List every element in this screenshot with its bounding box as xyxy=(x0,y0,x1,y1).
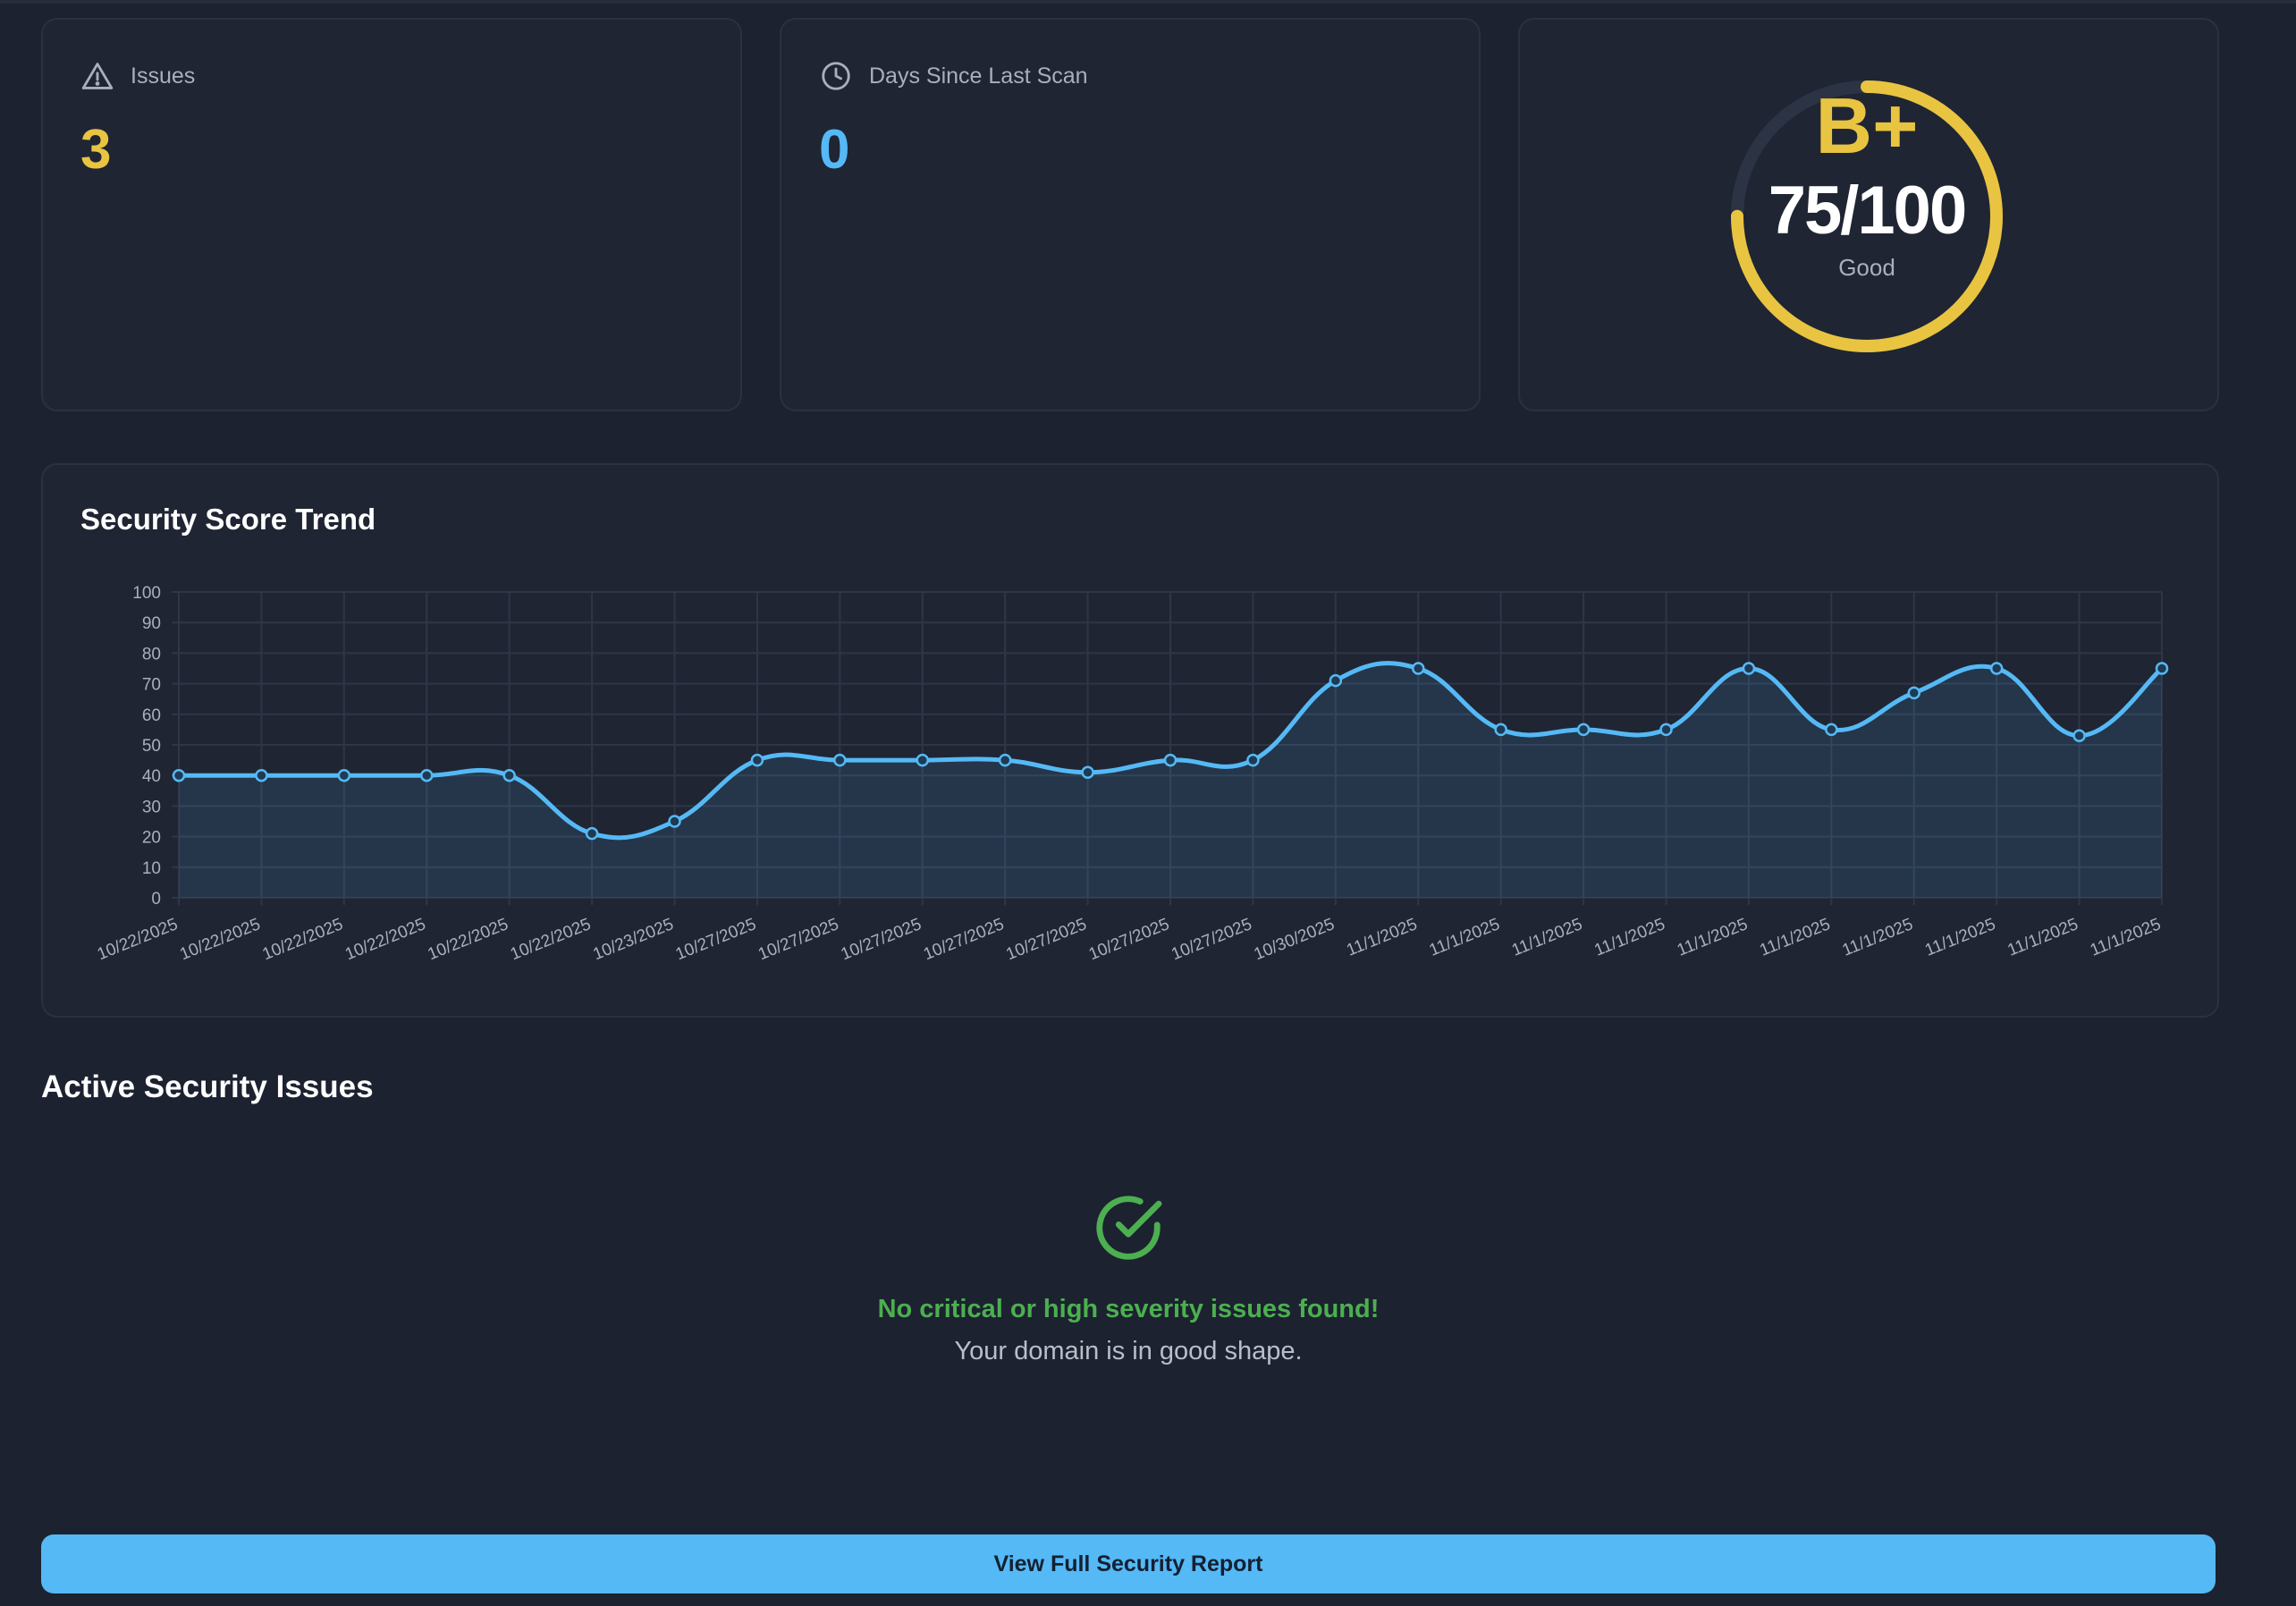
y-tick-label: 0 xyxy=(151,890,161,909)
y-tick-label: 10 xyxy=(142,859,161,878)
score-status: Good xyxy=(1838,254,1895,281)
x-tick-label: 10/27/2025 xyxy=(755,915,841,964)
dashboard: Issues 3 Days Since Last Scan 0 B+ 75/10… xyxy=(0,0,2296,1606)
empty-state-subtitle: Your domain is in good shape. xyxy=(954,1337,1303,1365)
x-tick-label: 11/1/2025 xyxy=(1591,915,1667,960)
data-point xyxy=(1742,662,1756,675)
y-tick-label: 80 xyxy=(142,645,161,664)
issues-count: 3 xyxy=(80,119,112,181)
security-score-card: B+ 75/100 Good xyxy=(1518,18,2219,411)
score-gauge: B+ 75/100 Good xyxy=(1520,20,2217,410)
data-point xyxy=(1907,686,1920,700)
view-full-report-button[interactable]: View Full Security Report xyxy=(41,1534,2216,1593)
x-tick-label: 11/1/2025 xyxy=(1427,915,1503,960)
data-point xyxy=(1659,723,1673,737)
days-since-scan-value: 0 xyxy=(819,119,850,181)
issues-card: Issues 3 xyxy=(41,18,742,411)
data-point xyxy=(668,815,681,828)
x-tick-label: 10/22/2025 xyxy=(95,915,181,964)
data-point xyxy=(1081,765,1094,780)
data-point xyxy=(1412,662,1425,675)
y-tick-label: 70 xyxy=(142,676,161,695)
issues-empty-state: No critical or high severity issues foun… xyxy=(41,1189,2216,1366)
data-point xyxy=(2155,662,2169,675)
x-tick-label: 11/1/2025 xyxy=(1922,915,1998,960)
data-point xyxy=(255,768,268,782)
x-tick-label: 10/23/2025 xyxy=(590,915,676,964)
y-tick-label: 20 xyxy=(142,829,161,848)
top-divider xyxy=(0,0,2296,4)
check-circle-icon xyxy=(1096,1196,1162,1260)
x-tick-label: 10/27/2025 xyxy=(921,915,1007,964)
y-tick-label: 30 xyxy=(142,798,161,816)
data-point xyxy=(1329,673,1343,688)
x-tick-label: 10/27/2025 xyxy=(839,915,924,964)
data-point xyxy=(750,753,764,767)
x-tick-label: 11/1/2025 xyxy=(1840,915,1916,960)
y-tick-label: 90 xyxy=(142,614,161,633)
y-tick-label: 100 xyxy=(132,584,161,603)
x-tick-label: 11/1/2025 xyxy=(1757,915,1833,960)
active-issues-title: Active Security Issues xyxy=(41,1069,374,1104)
data-point xyxy=(833,753,847,767)
x-tick-label: 11/1/2025 xyxy=(2005,915,2081,960)
days-since-scan-card: Days Since Last Scan 0 xyxy=(780,18,1481,411)
data-point xyxy=(420,768,434,782)
x-tick-label: 10/30/2025 xyxy=(1252,915,1338,964)
issues-card-header: Issues xyxy=(80,59,195,93)
data-point xyxy=(585,826,599,841)
x-tick-label: 11/1/2025 xyxy=(2088,915,2164,960)
x-tick-label: 10/27/2025 xyxy=(1003,915,1089,964)
y-tick-label: 50 xyxy=(142,737,161,756)
data-point xyxy=(1989,662,2004,675)
data-point xyxy=(1576,723,1591,737)
days-since-scan-header: Days Since Last Scan xyxy=(819,59,1088,93)
data-point xyxy=(502,768,516,782)
data-point xyxy=(172,768,186,782)
y-tick-label: 40 xyxy=(142,767,161,786)
score-grade: B+ xyxy=(1815,81,1919,170)
score-trend-chart: 010203040506070809010010/22/202510/22/20… xyxy=(95,584,2169,964)
empty-state-title: No critical or high severity issues foun… xyxy=(877,1295,1380,1323)
x-tick-label: 11/1/2025 xyxy=(1344,915,1420,960)
y-tick-label: 60 xyxy=(142,706,161,725)
x-tick-label: 10/27/2025 xyxy=(1086,915,1172,964)
clock-icon xyxy=(822,62,850,90)
x-tick-label: 10/27/2025 xyxy=(1169,915,1254,964)
x-tick-label: 11/1/2025 xyxy=(1509,915,1585,960)
x-tick-label: 10/22/2025 xyxy=(426,915,511,964)
data-point xyxy=(1494,723,1507,737)
score-value: 75/100 xyxy=(1768,173,1967,249)
x-tick-label: 10/22/2025 xyxy=(342,915,428,964)
x-tick-label: 10/22/2025 xyxy=(177,915,263,964)
warning-triangle-icon xyxy=(81,63,114,89)
score-trend-card: Security Score Trend 0 10 20 30 40 50 60 70 80 90… xyxy=(41,463,2219,1018)
x-tick-label: 10/27/2025 xyxy=(673,915,759,964)
issues-label: Issues xyxy=(131,63,196,89)
data-point xyxy=(2072,729,2086,742)
data-point xyxy=(1246,753,1260,767)
data-point xyxy=(916,753,929,767)
data-point xyxy=(1825,723,1838,737)
data-point xyxy=(337,768,351,782)
x-tick-label: 10/22/2025 xyxy=(508,915,594,964)
x-tick-label: 11/1/2025 xyxy=(1675,915,1751,960)
data-point xyxy=(998,753,1012,767)
data-point xyxy=(1163,753,1178,767)
days-since-scan-label: Days Since Last Scan xyxy=(869,63,1088,89)
x-tick-label: 10/22/2025 xyxy=(260,915,346,964)
